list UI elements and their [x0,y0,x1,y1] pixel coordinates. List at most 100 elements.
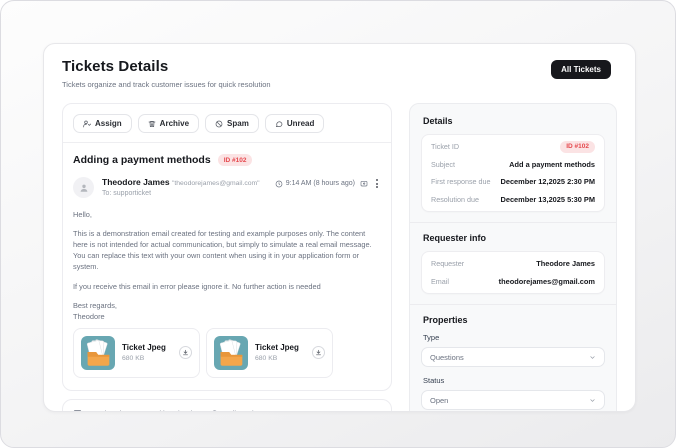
attachment-meta: Ticket Jpeg 680 KB [255,343,305,362]
unread-label: Unread [287,119,315,128]
download-icon [315,349,322,356]
attachment-meta: Ticket Jpeg 680 KB [122,343,172,362]
attachment-tile[interactable]: Ticket Jpeg 680 KB [73,328,200,378]
toolbar-divider [63,142,391,143]
email-thread-column: Assign Archive Spam Unread [62,103,392,412]
body-paragraph-1: This is a demonstration email created fo… [73,228,381,272]
tickets-details-card: Tickets Details Tickets organize and tra… [43,43,636,412]
row-label: Email [431,277,449,286]
folder-documents-illustration [81,336,115,370]
chevron-down-icon[interactable] [86,410,93,412]
content-area: Assign Archive Spam Unread [44,95,635,412]
sender-row: Theodore James "theodorejames@gmail.com"… [73,177,381,198]
row-value: Theodore James [536,259,595,268]
download-button[interactable] [179,346,192,359]
row-label: Ticket ID [431,142,459,151]
email-time: 9:14 AM (8 hours ago) [275,180,355,188]
status-field: Status Open [421,376,605,410]
attachment-size: 680 KB [255,355,305,362]
sender-email: "theodorejames@gmail.com" [172,180,260,187]
ticket-info-panel: Details Ticket ID ID #102 Subject Add a … [409,103,617,412]
status-label: Status [423,376,605,385]
person-icon [79,183,89,193]
email-meta: 9:14 AM (8 hours ago) [275,178,381,189]
attachment-name: Ticket Jpeg [122,343,172,352]
properties-section-title: Properties [423,315,605,325]
spam-button[interactable]: Spam [205,114,259,133]
recipient-line: To: supporticket [102,190,275,197]
detail-row-subject: Subject Add a payment methods [431,156,595,174]
chevron-down-icon [589,397,596,404]
row-value: theodorejames@gmail.com [499,277,595,286]
folder-documents-illustration [214,336,248,370]
row-value: December 12,2025 2:30 PM [501,177,596,186]
assign-user-icon [83,120,91,128]
detail-row-first-response: First response due December 12,2025 2:30… [431,173,595,191]
archive-label: Archive [160,119,189,128]
email-time-text: 9:14 AM (8 hours ago) [286,180,355,187]
type-field: Type Questions [421,333,605,367]
composer-from-row[interactable]: Theodore James (theodorejames@gmail.com) [73,409,381,412]
more-options-menu[interactable] [373,178,381,189]
row-label: Resolution due [431,195,479,204]
email-body: Hello, This is a demonstration email cre… [73,209,381,322]
details-card: Ticket ID ID #102 Subject Add a payment … [421,134,605,212]
row-value: December 13,2025 5:30 PM [501,195,596,204]
row-value: Add a payment methods [509,160,595,169]
sender-info: Theodore James "theodorejames@gmail.com"… [102,177,275,197]
attachment-thumbnail [81,336,115,370]
body-paragraph-2: If you receive this email in error pleas… [73,281,381,292]
ticket-id-badge: ID #102 [218,154,253,166]
type-select[interactable]: Questions [421,347,605,367]
archive-button[interactable]: Archive [138,114,199,133]
sender-name: Theodore James [102,177,170,187]
row-label: Requester [431,259,464,268]
email-subject: Adding a payment methods [73,154,211,166]
attachment-name: Ticket Jpeg [255,343,305,352]
attachment-size: 680 KB [122,355,172,362]
email-toolbar: Assign Archive Spam Unread [73,114,381,133]
trash-icon [148,120,156,128]
clock-icon [275,180,283,188]
assign-button[interactable]: Assign [73,114,132,133]
requester-card: Requester Theodore James Email theodorej… [421,251,605,294]
attachment-thumbnail [214,336,248,370]
type-value: Questions [430,353,464,362]
type-label: Type [423,333,605,342]
body-signoff: Best regards, [73,300,381,311]
unread-button[interactable]: Unread [265,114,325,133]
detail-row-resolution-due: Resolution due December 13,2025 5:30 PM [431,191,595,209]
reply-icon [73,409,82,412]
requester-row-email: Email theodorejames@gmail.com [431,273,595,291]
subject-row: Adding a payment methods ID #102 [73,154,381,166]
avatar [73,177,94,198]
row-label: First response due [431,177,491,186]
page-subtitle: Tickets organize and track customer issu… [62,80,617,89]
ticket-id-badge: ID #102 [560,141,595,153]
details-section-title: Details [423,116,605,126]
requester-row-name: Requester Theodore James [431,255,595,273]
detail-row-ticket-id: Ticket ID ID #102 [431,138,595,156]
requester-section-title: Requester info [423,233,605,243]
chat-bubble-icon [275,120,283,128]
download-button[interactable] [312,346,325,359]
chevron-down-icon [589,354,596,361]
reply-icon[interactable] [360,180,368,188]
assign-label: Assign [95,119,122,128]
spam-label: Spam [227,119,249,128]
page-title: Tickets Details [62,58,617,75]
status-select[interactable]: Open [421,390,605,410]
app-viewport: Tickets Details Tickets organize and tra… [0,0,676,448]
section-divider [410,222,616,223]
composer-from-address: Theodore James (theodorejames@gmail.com) [100,409,255,412]
download-icon [182,349,189,356]
page-header: Tickets Details Tickets organize and tra… [44,44,635,95]
attachment-tile[interactable]: Ticket Jpeg 680 KB [206,328,333,378]
reply-composer: Theodore James (theodorejames@gmail.com)… [62,399,392,412]
section-divider [410,304,616,305]
ban-icon [215,120,223,128]
status-value: Open [430,396,448,405]
body-greeting: Hello, [73,209,381,220]
all-tickets-button[interactable]: All Tickets [551,60,611,79]
attachments-row: Ticket Jpeg 680 KB [73,328,381,378]
